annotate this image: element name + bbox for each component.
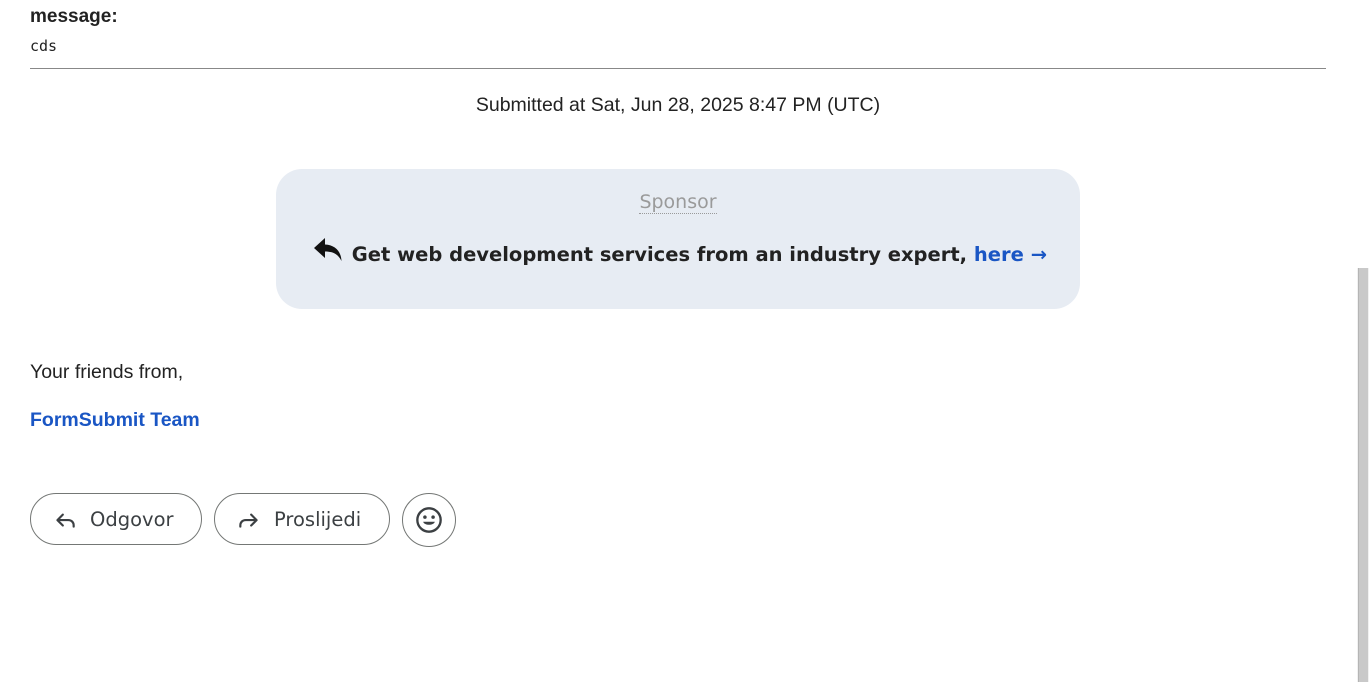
- sponsor-text: Get web development services from an ind…: [351, 243, 968, 266]
- forward-button[interactable]: Proslijedi: [214, 493, 390, 545]
- forward-button-label: Proslijedi: [274, 507, 362, 531]
- scrollbar[interactable]: [1357, 268, 1369, 682]
- sponsor-label-text[interactable]: Sponsor: [639, 191, 717, 214]
- emoji-reaction-button[interactable]: [402, 493, 456, 547]
- submitted-timestamp: Submitted at Sat, Jun 28, 2025 8:47 PM (…: [475, 94, 881, 116]
- divider: [30, 68, 1326, 69]
- reply-icon: [56, 513, 75, 528]
- field-label: message:: [30, 6, 118, 27]
- email-body: message: cds Submitted at Sat, Jun 28, 2…: [0, 0, 1369, 682]
- field-value: cds: [30, 37, 58, 55]
- sponsor-label[interactable]: Sponsor: [30, 190, 1326, 214]
- reply-button[interactable]: Odgovor: [30, 493, 202, 545]
- reply-button-label: Odgovor: [90, 507, 174, 531]
- reply-arrow-icon: [314, 238, 342, 261]
- signoff-greeting: Your friends from,: [30, 361, 184, 383]
- sponsor-message: Get web development services from an ind…: [313, 236, 1047, 271]
- forward-icon: [239, 513, 258, 528]
- team-link[interactable]: FormSubmit Team: [30, 408, 200, 432]
- sponsor-link[interactable]: here →: [974, 243, 1047, 266]
- scrollbar-thumb[interactable]: [1358, 268, 1368, 682]
- emoji-icon: [416, 507, 442, 533]
